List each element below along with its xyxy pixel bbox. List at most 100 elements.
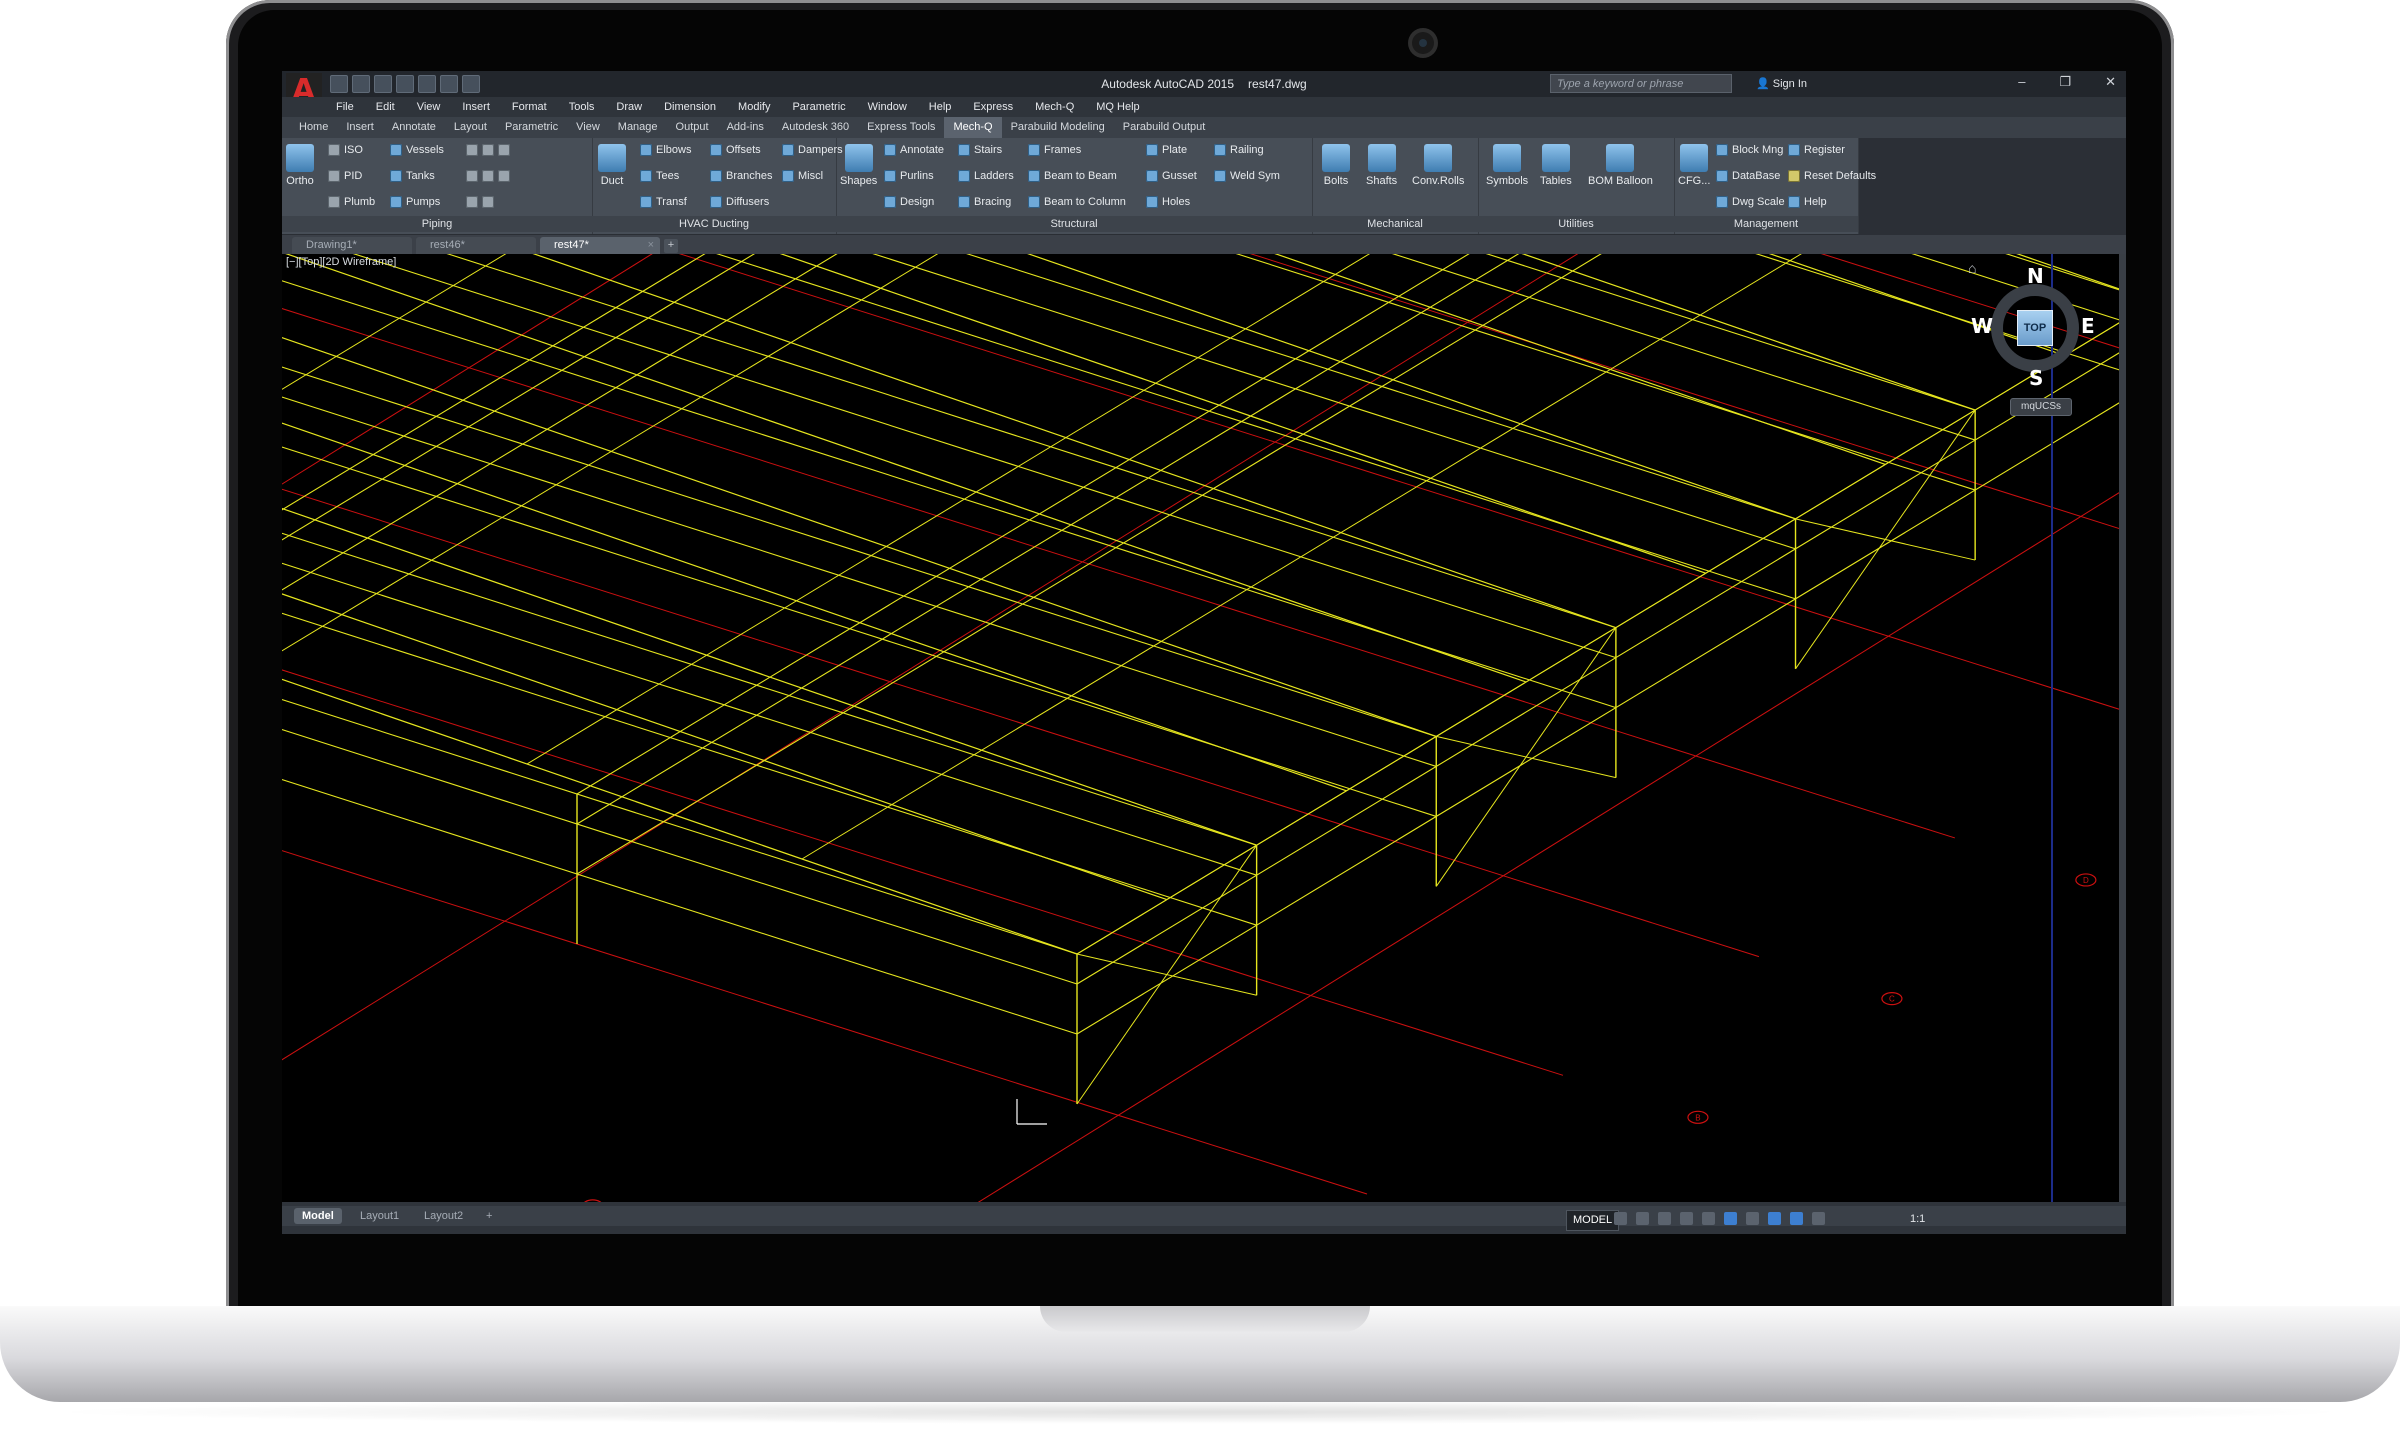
shapes-button[interactable]: Shapes [840, 144, 877, 187]
layout-tab-layout2[interactable]: Layout2 [416, 1208, 471, 1224]
tab-parametric[interactable]: Parametric [496, 117, 567, 138]
snap-icon[interactable] [1636, 1212, 1649, 1225]
polar-icon[interactable] [1680, 1212, 1693, 1225]
diffusers-button[interactable]: Diffusers [710, 196, 769, 208]
tab-annotate[interactable]: Annotate [383, 117, 445, 138]
menu-mech-q[interactable]: Mech-Q [1035, 101, 1074, 113]
cfg-button[interactable]: CFG... [1678, 144, 1710, 187]
compass-east[interactable]: E [2081, 314, 2095, 338]
railing-button[interactable]: Railing [1214, 144, 1264, 156]
beam-to-beam-button[interactable]: Beam to Beam [1028, 170, 1117, 182]
weld-sym-button[interactable]: Weld Sym [1214, 170, 1280, 182]
object-snap-icon[interactable] [1724, 1212, 1737, 1225]
viewcube[interactable]: TOP N S E W [1971, 264, 2095, 390]
osnap-tracking-icon[interactable] [1746, 1212, 1759, 1225]
viewport-controls-label[interactable]: [−][Top][2D Wireframe] [286, 256, 396, 268]
gusset-button[interactable]: Gusset [1146, 170, 1197, 182]
new-tab-button[interactable]: + [664, 239, 678, 253]
shafts-button[interactable]: Shafts [1366, 144, 1397, 187]
symbols-button[interactable]: Symbols [1486, 144, 1528, 187]
close-button[interactable]: ✕ [2105, 74, 2116, 90]
add-layout-button[interactable]: + [478, 1208, 500, 1224]
frames-button[interactable]: Frames [1028, 144, 1081, 156]
compass-south[interactable]: S [2029, 366, 2043, 390]
design-button[interactable]: Design [884, 196, 934, 208]
menu-insert[interactable]: Insert [462, 101, 490, 113]
plate-button[interactable]: Plate [1146, 144, 1187, 156]
reset-defaults-button[interactable]: Reset Defaults [1788, 170, 1876, 182]
menu-mq-help[interactable]: MQ Help [1096, 101, 1139, 113]
doc-tab-rest46[interactable]: rest46* [416, 237, 536, 254]
tab-express-tools[interactable]: Express Tools [858, 117, 944, 138]
branches-button[interactable]: Branches [710, 170, 772, 182]
menu-window[interactable]: Window [868, 101, 907, 113]
tab-output[interactable]: Output [667, 117, 718, 138]
model-space-toggle[interactable]: MODEL [1566, 1210, 1620, 1231]
pumps-button[interactable]: Pumps [390, 196, 440, 208]
tanks-button[interactable]: Tanks [390, 170, 435, 182]
holes-button[interactable]: Holes [1146, 196, 1190, 208]
tees-button[interactable]: Tees [640, 170, 679, 182]
layout-tab-model[interactable]: Model [294, 1208, 342, 1224]
tab-add-ins[interactable]: Add-ins [718, 117, 773, 138]
dwg-scale-button[interactable]: Dwg Scale [1716, 196, 1785, 208]
sign-in-button[interactable]: 👤 Sign In [1756, 77, 1807, 90]
doc-tab-rest47[interactable]: rest47* × [540, 237, 660, 254]
lineweight-icon[interactable] [1768, 1212, 1781, 1225]
tab-insert[interactable]: Insert [337, 117, 383, 138]
register-button[interactable]: Register [1788, 144, 1845, 156]
duct-button[interactable]: Duct [598, 144, 626, 187]
block-mng-button[interactable]: Block Mng [1716, 144, 1783, 156]
elbows-button[interactable]: Elbows [640, 144, 691, 156]
tab-home[interactable]: Home [290, 117, 337, 138]
vessels-button[interactable]: Vessels [390, 144, 444, 156]
minimize-button[interactable]: – [2018, 74, 2025, 90]
menu-edit[interactable]: Edit [376, 101, 395, 113]
drawing-viewport[interactable]: LKJIHGFEDCBA897654321 [−][Top][2D Wirefr… [282, 254, 2119, 1202]
iso-button[interactable]: ISO [328, 144, 363, 156]
help-button[interactable]: Help [1788, 196, 1827, 208]
valve-tools[interactable] [466, 144, 510, 156]
database-button[interactable]: DataBase [1716, 170, 1780, 182]
ortho-mode-icon[interactable] [1658, 1212, 1671, 1225]
ladders-button[interactable]: Ladders [958, 170, 1014, 182]
tab-parabuild-modeling[interactable]: Parabuild Modeling [1002, 117, 1114, 138]
menu-express[interactable]: Express [973, 101, 1013, 113]
layout-tab-layout1[interactable]: Layout1 [352, 1208, 407, 1224]
tab-manage[interactable]: Manage [609, 117, 667, 138]
dampers-button[interactable]: Dampers [782, 144, 843, 156]
compass-north[interactable]: N [2027, 264, 2044, 288]
vertical-scrollbar[interactable] [2119, 254, 2126, 1202]
autoscale-icon[interactable] [1812, 1212, 1825, 1225]
annotation-scale[interactable]: 1:1 [1910, 1213, 1925, 1225]
isodraft-icon[interactable] [1702, 1212, 1715, 1225]
maximize-button[interactable]: ❐ [2059, 74, 2071, 90]
bracing-button[interactable]: Bracing [958, 196, 1011, 208]
pipe-tools[interactable] [466, 170, 510, 182]
menu-draw[interactable]: Draw [616, 101, 642, 113]
ortho-button[interactable]: Ortho [286, 144, 314, 187]
offsets-button[interactable]: Offsets [710, 144, 761, 156]
tables-button[interactable]: Tables [1540, 144, 1572, 187]
annotation-visibility-icon[interactable] [1790, 1212, 1803, 1225]
transf-button[interactable]: Transf [640, 196, 687, 208]
tab-view[interactable]: View [567, 117, 609, 138]
menu-tools[interactable]: Tools [569, 101, 595, 113]
menu-format[interactable]: Format [512, 101, 547, 113]
doc-tab-drawing1[interactable]: Drawing1* [292, 237, 412, 254]
pid-button[interactable]: PID [328, 170, 362, 182]
menu-file[interactable]: File [336, 101, 354, 113]
bom-balloon-button[interactable]: BOM Balloon [1588, 144, 1653, 187]
tab-layout[interactable]: Layout [445, 117, 496, 138]
conv-rolls-button[interactable]: Conv.Rolls [1412, 144, 1464, 187]
annotate-button[interactable]: Annotate [884, 144, 944, 156]
tab-autodesk-360[interactable]: Autodesk 360 [773, 117, 858, 138]
stairs-button[interactable]: Stairs [958, 144, 1002, 156]
tab-mech-q[interactable]: Mech-Q [944, 117, 1002, 138]
beam-to-column-button[interactable]: Beam to Column [1028, 196, 1126, 208]
pipe-tools-2[interactable] [466, 196, 494, 208]
grid-icon[interactable] [1614, 1212, 1627, 1225]
menu-view[interactable]: View [417, 101, 441, 113]
compass-west[interactable]: W [1971, 314, 1993, 338]
viewcube-top-face[interactable]: TOP [2017, 310, 2053, 346]
